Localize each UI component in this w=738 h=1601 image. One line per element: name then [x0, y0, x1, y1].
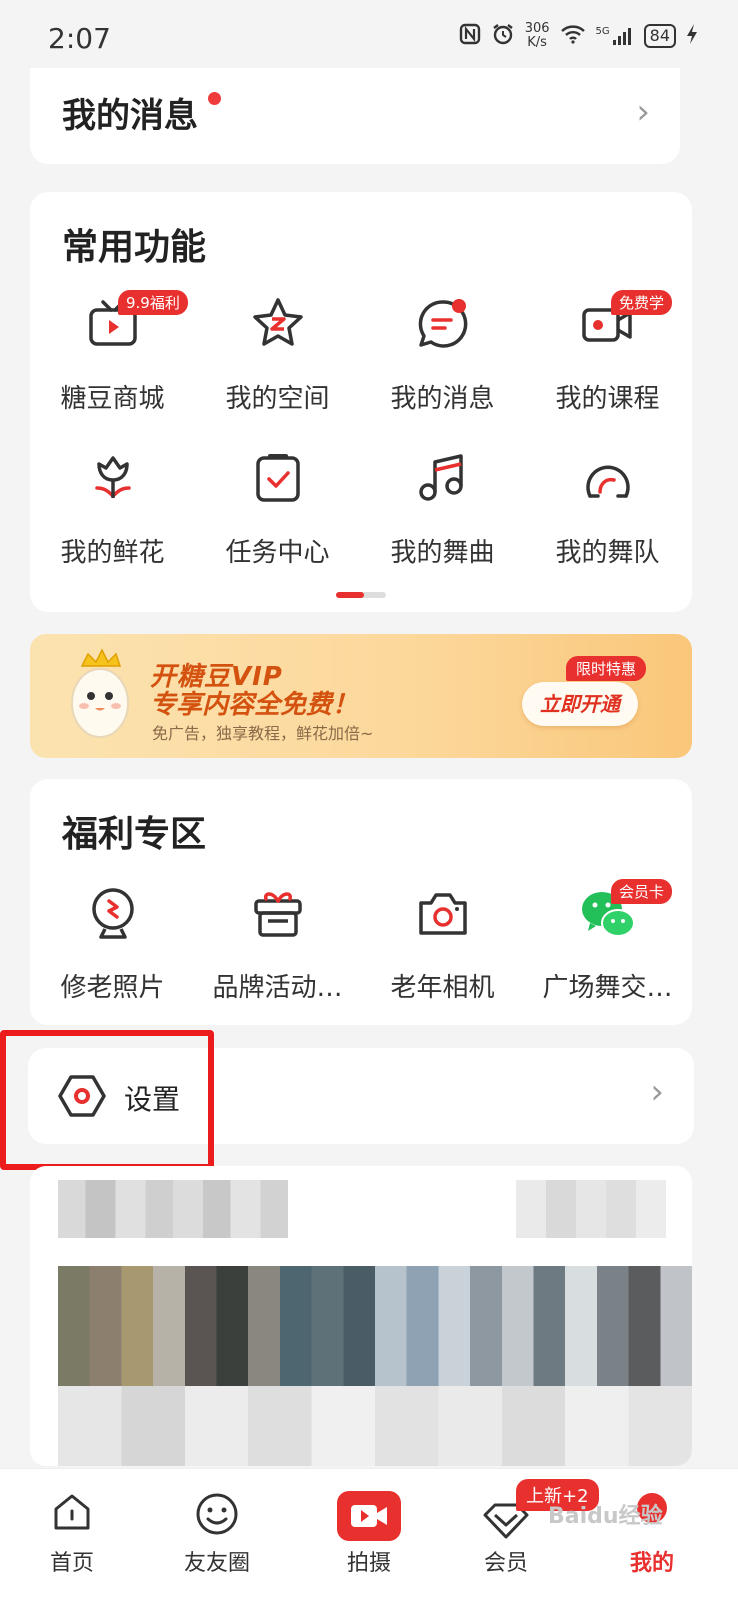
- vip-description: 免广告，独享教程，鲜花加倍~: [152, 724, 374, 743]
- page-indicator-active: [336, 592, 364, 598]
- welfare-label: 广场舞交…: [542, 973, 673, 1003]
- tab-record[interactable]: 拍摄: [309, 1483, 429, 1593]
- music-note-icon: [413, 448, 473, 508]
- photo-restore-icon: [83, 883, 143, 943]
- feature-label: 我的空间: [225, 384, 330, 414]
- tab-home[interactable]: 首页: [12, 1483, 132, 1593]
- alarm-icon: [491, 22, 515, 50]
- feature-team[interactable]: 我的舞队: [525, 448, 690, 588]
- wifi-icon: [560, 24, 586, 48]
- feature-tasks[interactable]: 任务中心: [195, 448, 360, 588]
- blurred-content-card: [30, 1166, 692, 1466]
- blurred-action: [516, 1180, 666, 1238]
- feature-label: 我的课程: [555, 384, 660, 414]
- tab-label: 我的: [629, 1551, 674, 1576]
- net-speed: 306 K/s: [524, 21, 550, 50]
- messages-title: 我的消息: [62, 96, 198, 136]
- camera-icon: [413, 883, 473, 943]
- feature-label: 我的鲜花: [60, 538, 165, 568]
- welfare-senior-camera[interactable]: 老年相机: [360, 883, 525, 1023]
- message-icon: [413, 294, 473, 354]
- smile-icon: [194, 1491, 240, 1541]
- welfare-title: 福利专区: [62, 814, 207, 855]
- welfare-badge: 会员卡: [611, 879, 673, 904]
- feature-label: 我的舞曲: [390, 538, 495, 568]
- feature-badge: 9.9福利: [118, 290, 188, 315]
- feature-shop[interactable]: 9.9福利 糖豆商城: [30, 290, 195, 434]
- welfare-brand-events[interactable]: 品牌活动…: [195, 883, 360, 1023]
- highlight-frame: [0, 1030, 214, 1170]
- gift-icon: [248, 883, 308, 943]
- welfare-label: 修老照片: [60, 973, 165, 1003]
- star-z-icon: [248, 294, 308, 354]
- tab-label: 拍摄: [346, 1551, 391, 1576]
- nfc-icon: [459, 23, 481, 49]
- feature-label: 我的消息: [390, 384, 495, 414]
- status-time: 2:07: [48, 22, 111, 55]
- welfare-photo-restore[interactable]: 修老照片: [30, 883, 195, 1023]
- vip-limited-badge: 限时特惠: [566, 656, 647, 681]
- welfare-card: 福利专区 修老照片 品牌活动… 老年相机 会员卡 广场舞交…: [30, 779, 692, 1025]
- welfare-dance-group[interactable]: 会员卡 广场舞交…: [525, 879, 690, 1023]
- vip-banner[interactable]: 开糖豆VIP 专享内容全免费！ 免广告，独享教程，鲜花加倍~ 限时特惠 立即开通: [30, 634, 692, 758]
- blurred-text: [58, 1386, 692, 1466]
- tab-friends[interactable]: 友友圈: [157, 1483, 277, 1593]
- tab-label: 首页: [49, 1551, 94, 1576]
- feature-flowers[interactable]: 我的鲜花: [30, 448, 195, 588]
- signal-icon: 5G: [596, 26, 634, 46]
- task-clipboard-icon: [248, 448, 308, 508]
- feature-music[interactable]: 我的舞曲: [360, 448, 525, 588]
- welfare-label: 品牌活动…: [212, 973, 343, 1003]
- bottom-tab-bar: 首页 友友圈 拍摄 上新+2 会员 我的: [0, 1468, 738, 1601]
- status-icons: 306 K/s 5G 84: [459, 22, 698, 50]
- features-card: 常用功能 9.9福利 糖豆商城 我的空间 我的消息 免费学 我的课程 我的鲜花: [30, 192, 692, 612]
- watermark: Baidu经验: [548, 1504, 663, 1529]
- page-indicator: [336, 592, 386, 598]
- battery-indicator: 84: [643, 24, 676, 48]
- feature-label: 糖豆商城: [60, 384, 165, 414]
- tab-label: 友友圈: [183, 1551, 250, 1576]
- vip-subtitle: 专享内容全免费！: [150, 690, 359, 720]
- feature-label: 任务中心: [225, 538, 330, 568]
- blurred-title: [58, 1180, 288, 1238]
- vip-activate-button[interactable]: 立即开通: [522, 682, 638, 726]
- feature-courses[interactable]: 免费学 我的课程: [525, 290, 690, 434]
- flower-icon: [83, 448, 143, 508]
- chevron-right-icon: ›: [636, 92, 650, 132]
- tab-label: 会员: [483, 1551, 528, 1576]
- messages-card[interactable]: 我的消息 ›: [30, 68, 680, 164]
- team-icon: [578, 448, 638, 508]
- record-icon: [337, 1491, 401, 1545]
- mascot-icon: [60, 648, 140, 752]
- feature-space[interactable]: 我的空间: [195, 294, 360, 434]
- welfare-label: 老年相机: [390, 973, 495, 1003]
- feature-badge: 免费学: [611, 290, 673, 315]
- charging-icon: [686, 23, 698, 49]
- features-title: 常用功能: [62, 227, 207, 268]
- blurred-image: [58, 1266, 692, 1386]
- feature-label: 我的舞队: [555, 538, 660, 568]
- chevron-right-icon: ›: [650, 1072, 664, 1112]
- home-icon: [51, 1491, 93, 1537]
- feature-messages[interactable]: 我的消息: [360, 294, 525, 434]
- unread-dot: [208, 92, 221, 105]
